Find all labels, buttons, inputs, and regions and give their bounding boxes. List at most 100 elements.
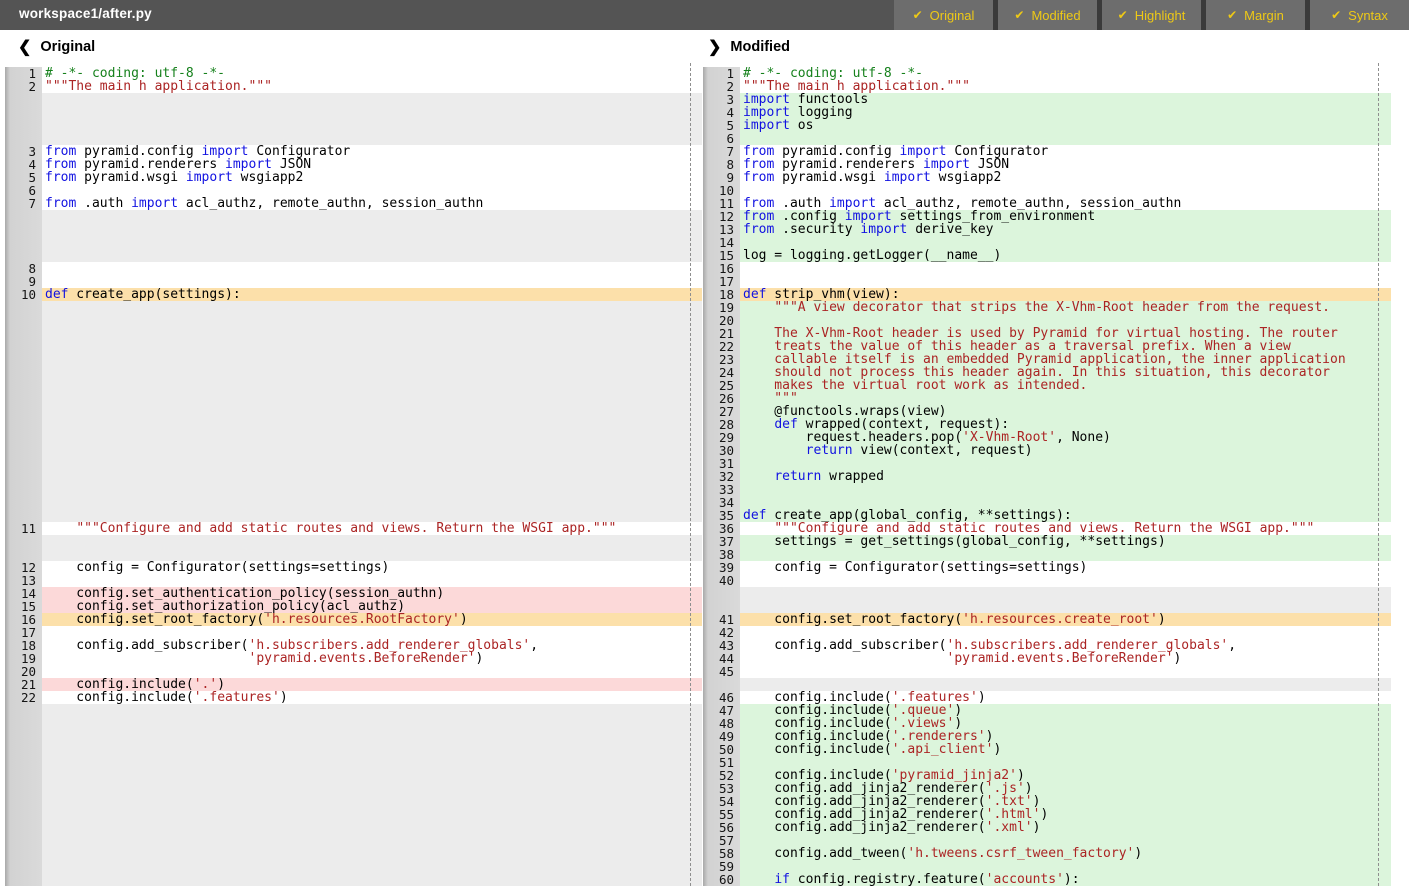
line-number	[5, 327, 42, 340]
code-line: 59	[703, 860, 1391, 873]
code-line: 29 request.headers.pop('X-Vhm-Root', Non…	[703, 431, 1391, 444]
filler-line	[5, 392, 702, 405]
line-number	[5, 483, 42, 496]
filler-line	[5, 860, 702, 873]
code-line: 6	[5, 184, 702, 197]
line-number	[5, 379, 42, 392]
check-icon: ✔	[1227, 8, 1237, 22]
code-text: callable itself is an embedded Pyramid a…	[740, 353, 1391, 366]
code-line: 3from pyramid.config import Configurator	[5, 145, 702, 158]
code-line: 4import logging	[703, 106, 1391, 119]
code-line: 39 config = Configurator(settings=settin…	[703, 561, 1391, 574]
code-text	[42, 93, 702, 106]
toggle-margin-button[interactable]: ✔ Margin	[1206, 0, 1305, 30]
code-text	[42, 847, 702, 860]
code-text	[42, 106, 702, 119]
code-text: from .auth import acl_authz, remote_auth…	[42, 197, 702, 210]
filler-line	[5, 418, 702, 431]
code-text: config.add_subscriber('h.subscribers.add…	[42, 639, 702, 652]
code-line: 19 """A view decorator that strips the X…	[703, 301, 1391, 314]
toggle-modified-button[interactable]: ✔ Modified	[998, 0, 1097, 30]
code-text: config.include('.')	[42, 678, 702, 691]
code-line: 53 config.add_jinja2_renderer('.js')	[703, 782, 1391, 795]
filler-line	[5, 236, 702, 249]
line-number: 7	[703, 145, 740, 158]
line-number	[5, 314, 42, 327]
filler-line	[5, 106, 702, 119]
code-line: 14 config.set_authentication_policy(sess…	[5, 587, 702, 600]
toggle-label: Syntax	[1348, 8, 1388, 23]
code-line: 52 config.include('pyramid_jinja2')	[703, 769, 1391, 782]
line-number	[5, 210, 42, 223]
toggle-original-button[interactable]: ✔ Original	[894, 0, 993, 30]
filler-line	[5, 717, 702, 730]
code-text	[42, 353, 702, 366]
code-line: 5from pyramid.wsgi import wsgiapp2	[5, 171, 702, 184]
code-line: 15log = logging.getLogger(__name__)	[703, 249, 1391, 262]
code-line: 16	[703, 262, 1391, 275]
line-number	[5, 392, 42, 405]
code-text	[740, 600, 1391, 613]
code-line: 40	[703, 574, 1391, 587]
toggle-highlight-button[interactable]: ✔ Highlight	[1102, 0, 1201, 30]
code-text	[740, 236, 1391, 249]
filler-line	[5, 730, 702, 743]
line-number	[5, 847, 42, 860]
code-text: from .security import derive_key	[740, 223, 1391, 236]
code-line: 17	[703, 275, 1391, 288]
code-line: 60 if config.registry.feature('accounts'…	[703, 873, 1391, 886]
code-text: config.include('.features')	[42, 691, 702, 704]
code-text	[740, 574, 1391, 587]
modified-pane[interactable]: 1# -*- coding: utf-8 -*-2"""The main h a…	[703, 63, 1391, 886]
code-text	[42, 340, 702, 353]
code-text	[42, 392, 702, 405]
code-text	[740, 665, 1391, 678]
code-text	[42, 444, 702, 457]
code-text: should not process this header again. In…	[740, 366, 1391, 379]
code-line: 18 config.add_subscriber('h.subscribers.…	[5, 639, 702, 652]
code-text: if config.registry.feature('accounts'):	[740, 873, 1391, 886]
code-line: 38	[703, 548, 1391, 561]
line-number: 45	[703, 665, 740, 678]
line-number	[5, 93, 42, 106]
line-number: 10	[5, 288, 42, 301]
code-line: 24 should not process this header again.…	[703, 366, 1391, 379]
code-text: def wrapped(context, request):	[740, 418, 1391, 431]
code-text	[740, 756, 1391, 769]
check-icon: ✔	[1118, 8, 1128, 22]
code-text: import functools	[740, 93, 1391, 106]
line-number: 40	[703, 574, 740, 587]
code-text	[42, 626, 702, 639]
line-number: 11	[5, 522, 42, 535]
code-line: 34	[703, 496, 1391, 509]
code-text: config.include('.renderers')	[740, 730, 1391, 743]
code-line: 32 return wrapped	[703, 470, 1391, 483]
modified-pane-title: Modified	[730, 39, 790, 55]
line-number	[5, 730, 42, 743]
code-text: import logging	[740, 106, 1391, 119]
code-text: config.add_jinja2_renderer('.html')	[740, 808, 1391, 821]
code-line: 27 @functools.wraps(view)	[703, 405, 1391, 418]
code-line: 4from pyramid.renderers import JSON	[5, 158, 702, 171]
code-text: from pyramid.config import Configurator	[42, 145, 702, 158]
code-text	[42, 782, 702, 795]
code-text	[740, 834, 1391, 847]
original-pane[interactable]: 1# -*- coding: utf-8 -*-2"""The main h a…	[5, 63, 702, 886]
code-line: 13	[5, 574, 702, 587]
code-text	[42, 743, 702, 756]
line-number	[5, 496, 42, 509]
code-text: The X-Vhm-Root header is used by Pyramid…	[740, 327, 1391, 340]
code-line: 21 The X-Vhm-Root header is used by Pyra…	[703, 327, 1391, 340]
code-text: config.include('.queue')	[740, 704, 1391, 717]
filler-line	[5, 873, 702, 886]
code-line: 18def strip_vhm(view):	[703, 288, 1391, 301]
code-text: request.headers.pop('X-Vhm-Root', None)	[740, 431, 1391, 444]
line-number	[5, 808, 42, 821]
code-line: 7from pyramid.config import Configurator	[703, 145, 1391, 158]
code-text: config.add_tween('h.tweens.csrf_tween_fa…	[740, 847, 1391, 860]
code-text: from .config import settings_from_enviro…	[740, 210, 1391, 223]
code-text	[42, 223, 702, 236]
filler-line	[5, 769, 702, 782]
toggle-syntax-button[interactable]: ✔ Syntax	[1310, 0, 1409, 30]
line-number	[5, 431, 42, 444]
